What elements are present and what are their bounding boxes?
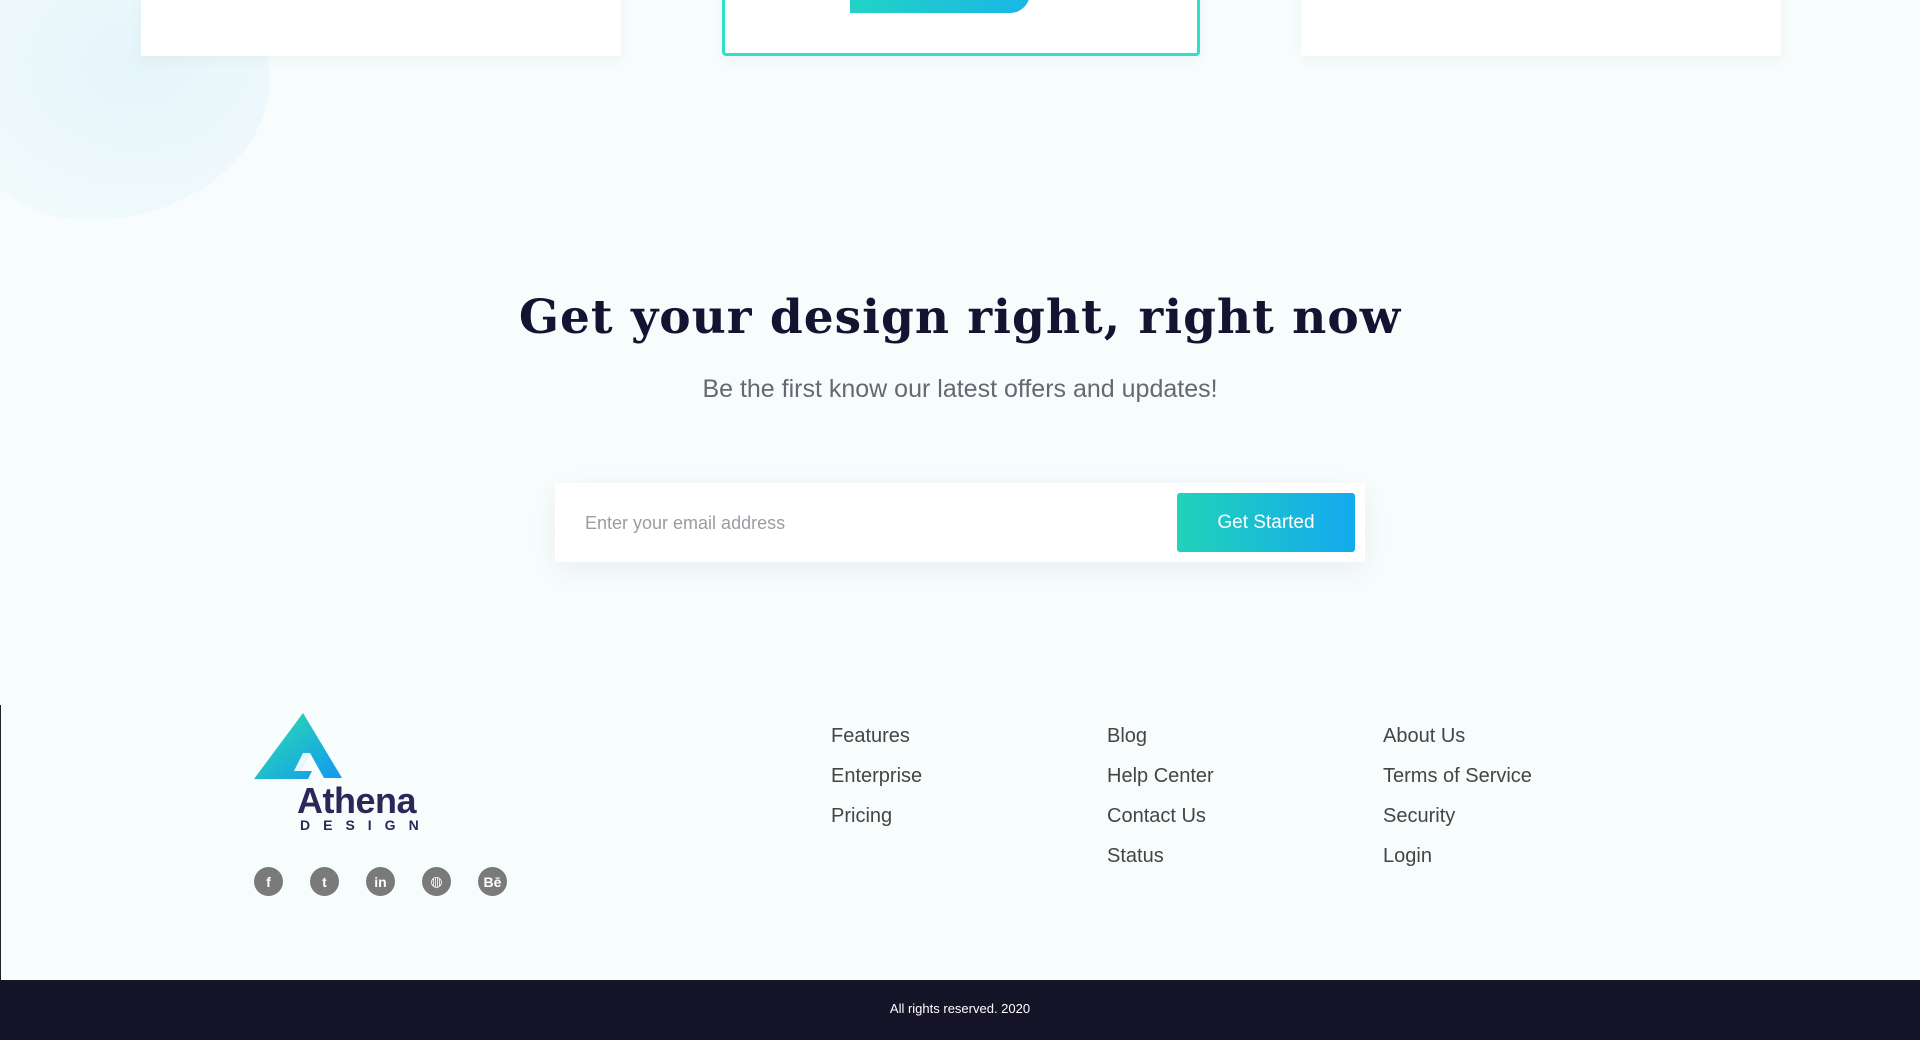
footer-link-status[interactable]: Status xyxy=(1107,842,1214,882)
behance-icon[interactable]: Bē xyxy=(478,867,507,896)
athena-logo[interactable]: Athena DESIGN xyxy=(254,713,432,835)
footer-link-enterprise[interactable]: Enterprise xyxy=(831,762,922,802)
newsletter-signup-form: Get Started xyxy=(555,483,1365,562)
social-links: f t in ◍ Bē xyxy=(254,867,507,896)
logo-wordmark: Athena xyxy=(297,780,417,821)
pricing-card-button[interactable] xyxy=(850,0,1030,13)
facebook-icon[interactable]: f xyxy=(254,867,283,896)
pricing-card-left xyxy=(141,0,621,56)
copyright-text: All rights reserved. 2020 xyxy=(889,1001,1031,1016)
linkedin-icon[interactable]: in xyxy=(366,867,395,896)
email-input[interactable] xyxy=(585,505,1125,541)
newsletter-headline: Get your design right, right now xyxy=(518,290,1402,345)
pricing-card-right xyxy=(1301,0,1781,56)
newsletter-subline: Be the first know our latest offers and … xyxy=(702,375,1218,403)
footer-column-product: Features Enterprise Pricing xyxy=(831,722,922,842)
footer-link-login[interactable]: Login xyxy=(1383,842,1532,882)
footer-link-contact-us[interactable]: Contact Us xyxy=(1107,802,1214,842)
footer-link-security[interactable]: Security xyxy=(1383,802,1532,842)
footer-bottom-bar: All rights reserved. 2020 xyxy=(0,980,1920,1040)
footer-link-help-center[interactable]: Help Center xyxy=(1107,762,1214,802)
logo-tagline: DESIGN xyxy=(300,817,432,833)
footer-link-about-us[interactable]: About Us xyxy=(1383,722,1532,762)
footer-link-pricing[interactable]: Pricing xyxy=(831,802,922,842)
twitter-icon[interactable]: t xyxy=(310,867,339,896)
footer-link-features[interactable]: Features xyxy=(831,722,922,762)
pricing-card-featured xyxy=(722,0,1200,56)
dribbble-icon[interactable]: ◍ xyxy=(422,867,451,896)
get-started-button[interactable]: Get Started xyxy=(1177,493,1355,552)
footer-link-terms[interactable]: Terms of Service xyxy=(1383,762,1532,802)
footer-link-blog[interactable]: Blog xyxy=(1107,722,1214,762)
footer-column-resources: Blog Help Center Contact Us Status xyxy=(1107,722,1214,882)
divider xyxy=(0,705,1,980)
footer-column-company: About Us Terms of Service Security Login xyxy=(1383,722,1532,882)
